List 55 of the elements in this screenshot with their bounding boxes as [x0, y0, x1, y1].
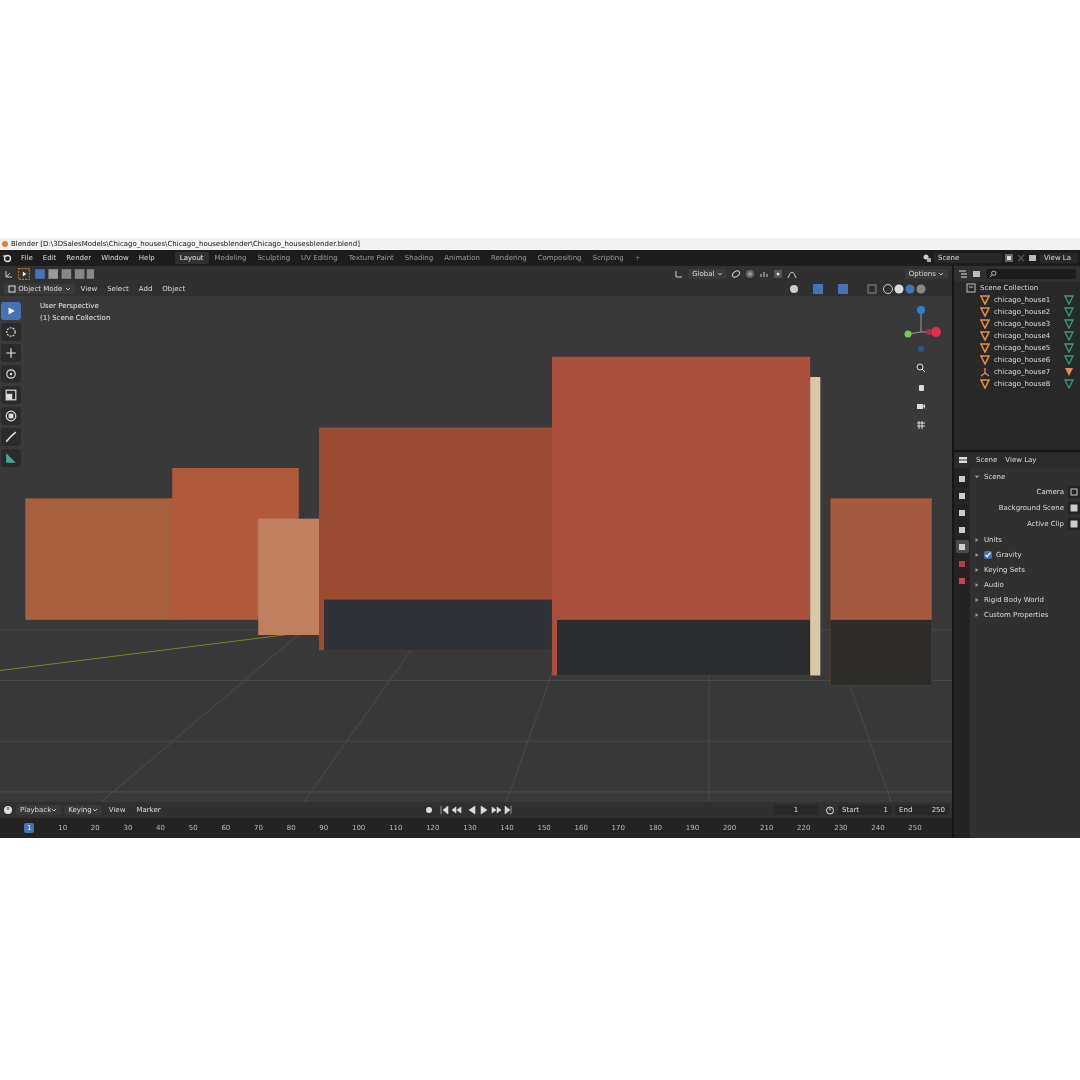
mesh-object-icon	[980, 379, 990, 389]
rotate-tool-button[interactable]	[1, 365, 21, 383]
mesh-data-icon[interactable]	[1064, 379, 1074, 389]
search-field[interactable]	[986, 269, 1076, 279]
caret-icon	[51, 808, 58, 813]
move-tool-button[interactable]	[1, 344, 21, 362]
transform-tool-button[interactable]	[1, 407, 21, 425]
checkbox[interactable]	[984, 550, 992, 559]
zoom-icon[interactable]	[916, 363, 926, 373]
search-icon	[989, 270, 997, 278]
blender-logo-icon	[2, 241, 8, 247]
constraint-icon[interactable]	[1064, 367, 1074, 377]
pencil-stroke-icon	[5, 431, 17, 443]
measure-tool-button[interactable]	[1, 449, 21, 467]
blender-logo-icon[interactable]	[2, 253, 12, 263]
transform-icon	[5, 410, 17, 422]
collapsed-triangle-icon	[974, 536, 980, 543]
cursor-tool-button[interactable]	[1, 323, 21, 341]
rotate-icon	[5, 368, 17, 380]
scale-icon	[5, 389, 17, 401]
clock-icon[interactable]	[3, 805, 13, 815]
move-arrows-icon	[5, 347, 17, 359]
caret-icon	[938, 272, 944, 277]
collapsed-triangle-icon	[974, 566, 980, 573]
object-mode-icon	[8, 285, 16, 294]
checkmark-icon	[984, 550, 992, 559]
grid-icon[interactable]	[916, 420, 926, 430]
copy-icon[interactable]	[1004, 253, 1014, 263]
playback-controls-icons[interactable]	[424, 805, 515, 815]
collection-icon	[966, 283, 976, 293]
collapsed-triangle-icon	[974, 596, 980, 603]
stopwatch-icon[interactable]	[825, 805, 835, 815]
caret-icon	[716, 272, 723, 277]
expanded-triangle-icon	[974, 473, 980, 480]
empty-object-icon	[980, 367, 990, 377]
link-icon[interactable]	[730, 269, 741, 279]
collapsed-triangle-icon	[974, 611, 980, 618]
collapsed-triangle-icon	[974, 551, 980, 558]
crosshair-circle-icon	[5, 326, 17, 338]
axes-icon	[674, 269, 685, 279]
collapsed-triangle-icon	[974, 581, 980, 588]
display-mode-icon[interactable]	[958, 269, 968, 279]
editor-type-icon[interactable]	[958, 455, 968, 465]
transform-pivot-icon[interactable]	[4, 269, 14, 279]
annotate-tool-button[interactable]	[1, 428, 21, 446]
scale-tool-button[interactable]	[1, 386, 21, 404]
selection-mode-icons[interactable]	[34, 268, 94, 280]
select-tool-icon[interactable]	[18, 268, 30, 280]
ruler-icon	[5, 452, 17, 464]
falloff-curve-icon[interactable]	[786, 269, 797, 279]
caret-icon	[64, 287, 71, 292]
caret-icon	[91, 808, 98, 813]
proportional-edit-icon[interactable]	[772, 269, 783, 279]
snap-icon[interactable]	[744, 269, 755, 279]
select-tool-button[interactable]	[1, 302, 21, 320]
